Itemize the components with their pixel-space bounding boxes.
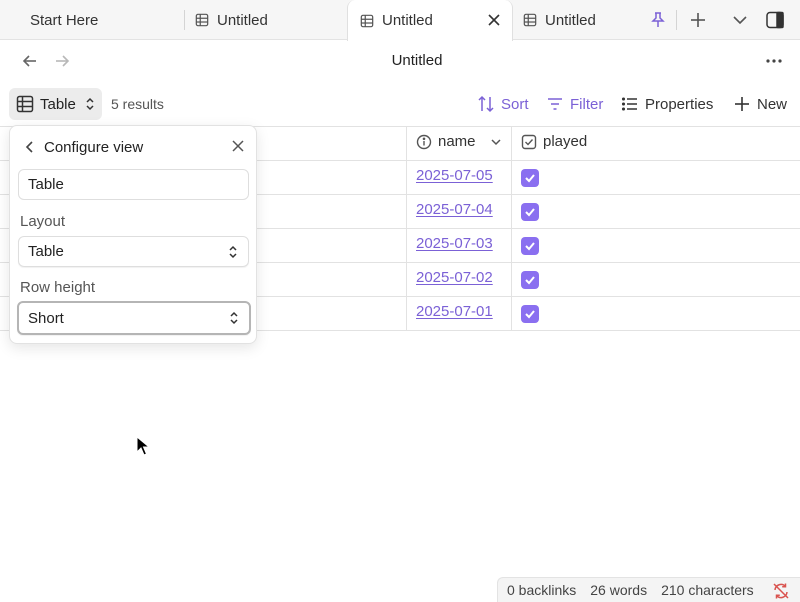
column-header-played[interactable]: played bbox=[521, 133, 587, 150]
sidebar-toggle-icon[interactable] bbox=[765, 10, 785, 30]
name-cell-link[interactable]: 2025-07-02 bbox=[416, 269, 493, 286]
name-cell-link[interactable]: 2025-07-04 bbox=[416, 201, 493, 218]
sort-icon bbox=[478, 95, 494, 113]
view-name-input[interactable]: Table bbox=[18, 169, 249, 200]
row-height-select[interactable]: Short bbox=[17, 301, 251, 335]
check-icon bbox=[525, 208, 535, 217]
sync-off-icon[interactable] bbox=[772, 582, 790, 600]
status-bar: 0 backlinks 26 words 210 characters bbox=[497, 577, 800, 602]
column-header-label: name bbox=[438, 133, 476, 150]
tab-start-here[interactable]: Start Here bbox=[30, 0, 98, 40]
pin-icon[interactable] bbox=[648, 10, 668, 30]
tab-untitled-active[interactable]: Untitled bbox=[347, 0, 513, 41]
tab-label: Start Here bbox=[30, 11, 99, 29]
chevron-left-icon[interactable] bbox=[22, 139, 38, 155]
layout-select-value: Table bbox=[28, 243, 64, 260]
tab-label: Untitled bbox=[382, 12, 433, 29]
page-title: Untitled bbox=[391, 52, 443, 69]
chevron-up-down-icon bbox=[230, 311, 238, 325]
chevron-up-down-icon bbox=[229, 245, 237, 258]
close-icon[interactable] bbox=[230, 138, 246, 154]
name-cell-link[interactable]: 2025-07-05 bbox=[416, 167, 493, 184]
properties-button[interactable]: Properties bbox=[621, 95, 713, 113]
info-icon bbox=[416, 134, 432, 149]
played-checkbox[interactable] bbox=[521, 305, 539, 323]
configure-view-popover: Configure view Table Layout Table Row he… bbox=[9, 125, 257, 344]
row-height-select-value: Short bbox=[28, 309, 64, 327]
played-checkbox[interactable] bbox=[521, 271, 539, 289]
results-count: 5 results bbox=[111, 96, 164, 112]
nav-row: Untitled bbox=[0, 40, 800, 82]
popover-header: Configure view bbox=[22, 136, 246, 158]
tab-divider bbox=[676, 10, 677, 30]
view-switcher-button[interactable]: Table bbox=[9, 88, 102, 120]
tab-divider bbox=[184, 10, 185, 30]
name-cell-link[interactable]: 2025-07-03 bbox=[416, 235, 493, 252]
plus-icon bbox=[735, 97, 749, 111]
backlinks-count[interactable]: 0 backlinks bbox=[507, 582, 576, 598]
played-checkbox[interactable] bbox=[521, 169, 539, 187]
table-icon bbox=[523, 13, 537, 27]
word-count: 26 words bbox=[590, 582, 648, 598]
check-icon bbox=[525, 310, 535, 319]
view-switcher-label: Table bbox=[40, 95, 76, 113]
checkbox-icon bbox=[521, 134, 537, 149]
row-height-label: Row height bbox=[20, 279, 96, 296]
view-toolbar: Table 5 results Sort Filter Properties N… bbox=[0, 88, 800, 122]
tab-bar: Start Here Untitled Untitled Untitled bbox=[0, 0, 800, 41]
new-button[interactable]: New bbox=[733, 95, 787, 113]
check-icon bbox=[525, 174, 535, 183]
tab-label: Untitled bbox=[217, 11, 268, 29]
check-icon bbox=[525, 242, 535, 251]
popover-title: Configure view bbox=[44, 138, 144, 156]
column-header-name[interactable]: name bbox=[416, 133, 502, 150]
chevron-down-icon[interactable] bbox=[730, 10, 750, 30]
check-icon bbox=[525, 276, 535, 285]
chevron-down-icon[interactable] bbox=[490, 136, 502, 148]
table-icon bbox=[195, 13, 209, 27]
chevron-up-down-icon bbox=[86, 97, 94, 111]
name-cell-link[interactable]: 2025-07-01 bbox=[416, 303, 493, 320]
list-icon bbox=[621, 97, 637, 111]
mouse-cursor-icon bbox=[136, 436, 150, 456]
filter-label: Filter bbox=[570, 95, 604, 113]
character-count: 210 characters bbox=[661, 582, 754, 598]
more-options-icon[interactable] bbox=[764, 51, 784, 71]
sort-button[interactable]: Sort bbox=[477, 95, 529, 113]
played-checkbox[interactable] bbox=[521, 203, 539, 221]
layout-select[interactable]: Table bbox=[18, 236, 249, 267]
tab-untitled-1[interactable]: Untitled bbox=[195, 0, 268, 40]
played-checkbox[interactable] bbox=[521, 237, 539, 255]
column-header-label: played bbox=[543, 133, 588, 150]
close-icon[interactable] bbox=[486, 12, 502, 28]
properties-label: Properties bbox=[645, 95, 714, 113]
sort-label: Sort bbox=[501, 95, 529, 113]
tab-untitled-3[interactable]: Untitled bbox=[523, 0, 596, 40]
filter-icon bbox=[548, 98, 562, 110]
new-label: New bbox=[757, 95, 788, 113]
tab-label: Untitled bbox=[545, 11, 596, 29]
table-icon bbox=[360, 14, 374, 27]
layout-label: Layout bbox=[20, 213, 66, 230]
plus-icon[interactable] bbox=[688, 10, 708, 30]
filter-button[interactable]: Filter bbox=[546, 95, 603, 113]
table-icon bbox=[16, 95, 34, 113]
